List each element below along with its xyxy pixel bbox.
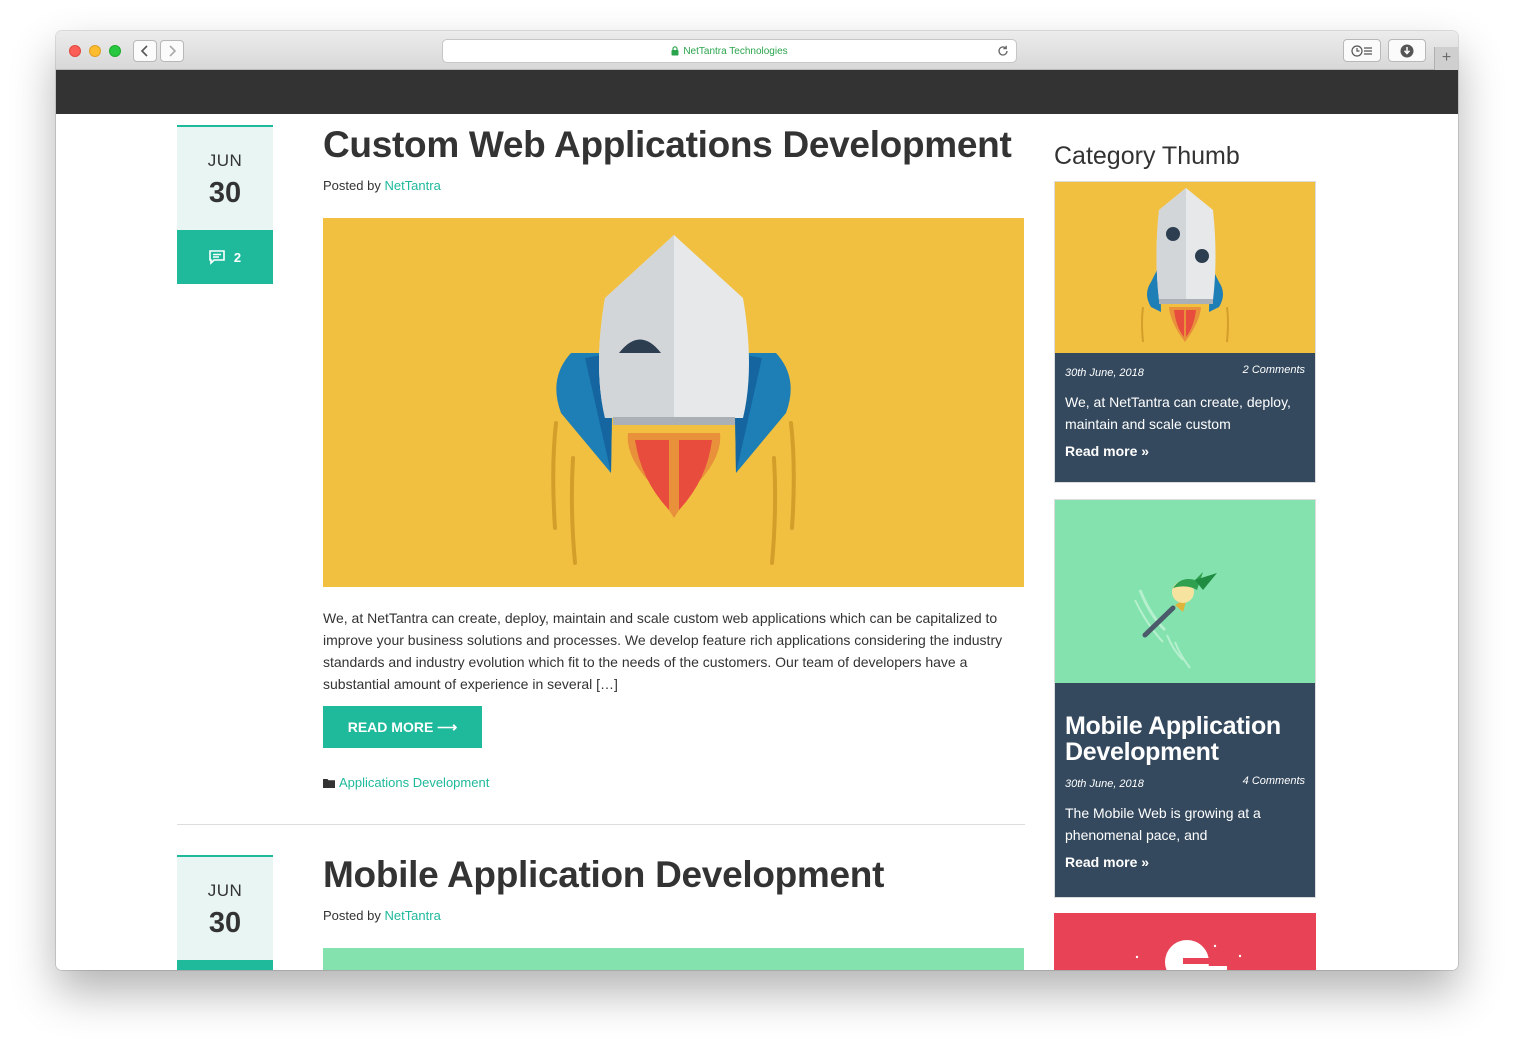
card-comments: 4 Comments (1242, 775, 1305, 787)
sidebar-title: Category Thumb (1054, 142, 1240, 170)
card-read-more[interactable]: Read more » (1065, 443, 1305, 459)
category-thumb-card[interactable]: Mobile Application Development 30th June… (1054, 499, 1316, 898)
url-text: NetTantra Technologies (683, 45, 788, 57)
new-tab-button[interactable]: + (1434, 47, 1458, 70)
post-category: Applications Development (323, 775, 489, 790)
comment-count-button[interactable]: 2 (177, 230, 273, 284)
post-month: JUN (207, 151, 243, 170)
posted-by-label: Posted by (323, 908, 381, 923)
lock-icon (671, 46, 679, 56)
post-day: 30 (208, 907, 242, 939)
browser-toolbar: NetTantra Technologies + (56, 31, 1458, 70)
card-date: 30th June, 2018 (1065, 367, 1144, 379)
card-comments: 2 Comments (1242, 364, 1305, 376)
post-day: 30 (208, 177, 242, 209)
back-button[interactable] (133, 40, 157, 62)
reading-list-icon (1351, 44, 1372, 57)
chevron-right-icon (169, 45, 177, 57)
forward-button[interactable] (160, 40, 184, 62)
card-date: 30th June, 2018 (1065, 778, 1144, 790)
comment-count: 2 (233, 249, 242, 265)
chevron-left-icon (140, 45, 148, 57)
reload-icon[interactable] (996, 44, 1010, 58)
post-title[interactable]: Mobile Application Development (323, 854, 884, 896)
card-body: Mobile Application Development 30th June… (1055, 683, 1315, 897)
post-excerpt: We, at NetTantra can create, deploy, mai… (323, 610, 1003, 692)
read-more-button[interactable]: READ MORE ⟶ (323, 706, 482, 748)
download-icon (1400, 44, 1414, 57)
category-thumb-card[interactable] (1054, 913, 1316, 970)
comment-count-button[interactable] (177, 960, 273, 970)
red-card-illustration (1055, 914, 1315, 970)
post-featured-image[interactable] (323, 948, 1024, 970)
post-divider (177, 824, 1025, 825)
card-text: The Mobile Web is growing at a phenomena… (1065, 805, 1261, 843)
post-title[interactable]: Custom Web Applications Development (323, 124, 1012, 166)
author-link[interactable]: NetTantra (384, 178, 440, 193)
post-month: JUN (207, 881, 243, 900)
card-thumbnail[interactable] (1055, 914, 1315, 970)
reader-button[interactable] (1343, 39, 1381, 62)
site-header-bar (56, 70, 1458, 114)
post-date-box: JUN 30 (177, 855, 273, 970)
rocket-illustration (1055, 182, 1315, 353)
minimize-window-button[interactable] (89, 45, 101, 57)
address-bar[interactable]: NetTantra Technologies (442, 39, 1017, 63)
close-window-button[interactable] (69, 45, 81, 57)
post-date: JUN 30 (177, 855, 273, 960)
comment-icon (209, 249, 225, 265)
post-byline: Posted by NetTantra (323, 178, 441, 193)
card-meta: 30th June, 2018 4 Comments (1065, 775, 1305, 790)
card-thumbnail[interactable] (1055, 500, 1315, 683)
post-featured-image[interactable] (323, 218, 1024, 587)
flying-character-illustration (1055, 500, 1315, 683)
category-thumb-card[interactable]: 30th June, 2018 2 Comments We, at NetTan… (1054, 181, 1316, 483)
posted-by-label: Posted by (323, 178, 381, 193)
card-body: 30th June, 2018 2 Comments We, at NetTan… (1055, 353, 1315, 482)
post-date-box: JUN 30 2 (177, 125, 273, 284)
rocket-illustration (323, 218, 1024, 587)
card-thumbnail[interactable] (1055, 182, 1315, 353)
page-content: JUN 30 2 Custom Web Applications Develop… (56, 114, 1458, 970)
category-link[interactable]: Applications Development (339, 775, 489, 790)
downloads-button[interactable] (1388, 39, 1426, 62)
author-link[interactable]: NetTantra (384, 908, 440, 923)
zoom-window-button[interactable] (109, 45, 121, 57)
folder-icon (323, 778, 335, 788)
post-date: JUN 30 (177, 125, 273, 230)
post-byline: Posted by NetTantra (323, 908, 441, 923)
card-text: We, at NetTantra can create, deploy, mai… (1065, 394, 1291, 432)
browser-window: NetTantra Technologies + JUN 30 2 Custom… (56, 31, 1458, 970)
card-read-more[interactable]: Read more » (1065, 854, 1305, 870)
card-title[interactable]: Mobile Application Development (1065, 683, 1305, 765)
card-meta: 30th June, 2018 2 Comments (1065, 353, 1305, 379)
